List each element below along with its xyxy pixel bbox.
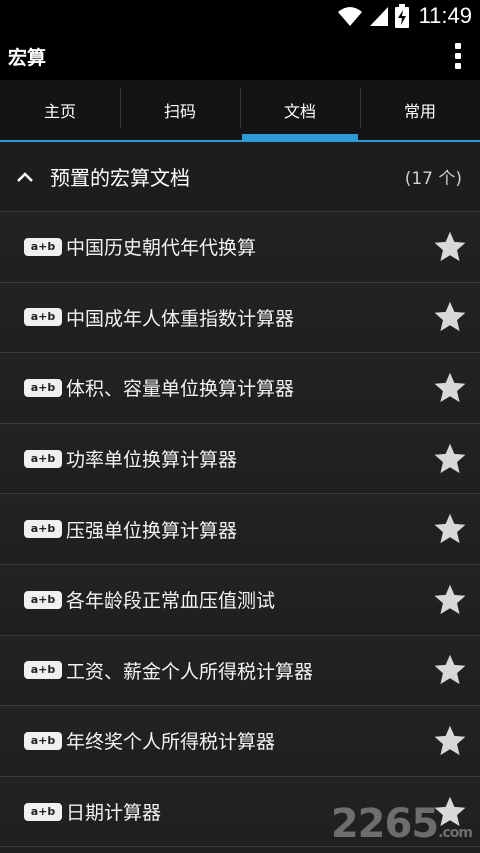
list-item[interactable]: a+b 压强单位换算计算器 <box>0 494 480 565</box>
list-item[interactable]: a+b 工资、薪金个人所得税计算器 <box>0 635 480 707</box>
tab-favorites[interactable]: 常用 <box>360 80 480 140</box>
battery-icon <box>394 4 409 28</box>
formula-badge-icon: a+b <box>24 520 62 539</box>
list-item-label: 压强单位换算计算器 <box>66 519 238 542</box>
list-item[interactable]: a+b 体积、容量单位换算计算器 <box>0 353 480 424</box>
tab-documents[interactable]: 文档 <box>240 80 360 140</box>
star-icon[interactable] <box>432 723 468 759</box>
list-item-label: 体积、容量单位换算计算器 <box>66 378 295 401</box>
formula-badge-icon: a+b <box>24 449 62 468</box>
status-time: 11:49 <box>418 3 472 28</box>
overflow-menu-icon[interactable] <box>446 36 470 76</box>
star-icon[interactable] <box>432 582 468 618</box>
list-item[interactable]: a+b 各年龄段正常血压值测试 <box>0 564 480 636</box>
document-list: a+b 中国历史朝代年代换算 a+b 中国成年人体重指数计算器 a+b 体积、容量单位换算… <box>0 212 480 848</box>
formula-badge-icon: a+b <box>24 237 62 256</box>
list-item-label: 功率单位换算计算器 <box>66 449 238 472</box>
list-item-label: 工资、薪金个人所得税计算器 <box>66 660 314 683</box>
list-item-label: 中国成年人体重指数计算器 <box>66 307 295 330</box>
app-title: 宏算 <box>8 46 47 69</box>
star-icon[interactable] <box>432 652 468 688</box>
tab-bar: 主页 扫码 文档 常用 <box>0 80 480 142</box>
watermark: 2265.com <box>330 801 473 847</box>
section-header[interactable]: 预置的宏算文档 (17 个) <box>0 142 480 212</box>
list-item-label: 年终奖个人所得税计算器 <box>66 731 276 754</box>
list-item[interactable]: a+b 中国历史朝代年代换算 <box>0 212 480 283</box>
star-icon[interactable] <box>432 299 468 335</box>
formula-badge-icon: a+b <box>24 731 62 750</box>
star-icon[interactable] <box>432 370 468 406</box>
list-item[interactable]: a+b 年终奖个人所得税计算器 <box>0 706 480 777</box>
formula-badge-icon: a+b <box>24 308 62 327</box>
formula-badge-icon: a+b <box>24 590 62 609</box>
chevron-up-icon <box>17 171 33 182</box>
wifi-icon <box>337 7 362 26</box>
list-item[interactable]: a+b 中国成年人体重指数计算器 <box>0 282 480 354</box>
status-bar: 11:49 <box>0 0 480 32</box>
list-item[interactable]: a+b 功率单位换算计算器 <box>0 423 480 495</box>
star-icon[interactable] <box>432 229 468 265</box>
section-title: 预置的宏算文档 <box>50 166 190 190</box>
formula-badge-icon: a+b <box>24 802 62 821</box>
star-icon[interactable] <box>432 441 468 477</box>
section-count: (17 个) <box>404 169 462 189</box>
tab-home[interactable]: 主页 <box>0 80 120 140</box>
formula-badge-icon: a+b <box>24 378 62 397</box>
list-item-label: 各年龄段正常血压值测试 <box>66 590 276 613</box>
star-icon[interactable] <box>432 511 468 547</box>
signal-icon <box>369 7 388 26</box>
list-item-label: 中国历史朝代年代换算 <box>66 237 257 260</box>
action-bar: 宏算 <box>0 32 480 80</box>
formula-badge-icon: a+b <box>24 661 62 680</box>
tab-scan[interactable]: 扫码 <box>120 80 240 140</box>
